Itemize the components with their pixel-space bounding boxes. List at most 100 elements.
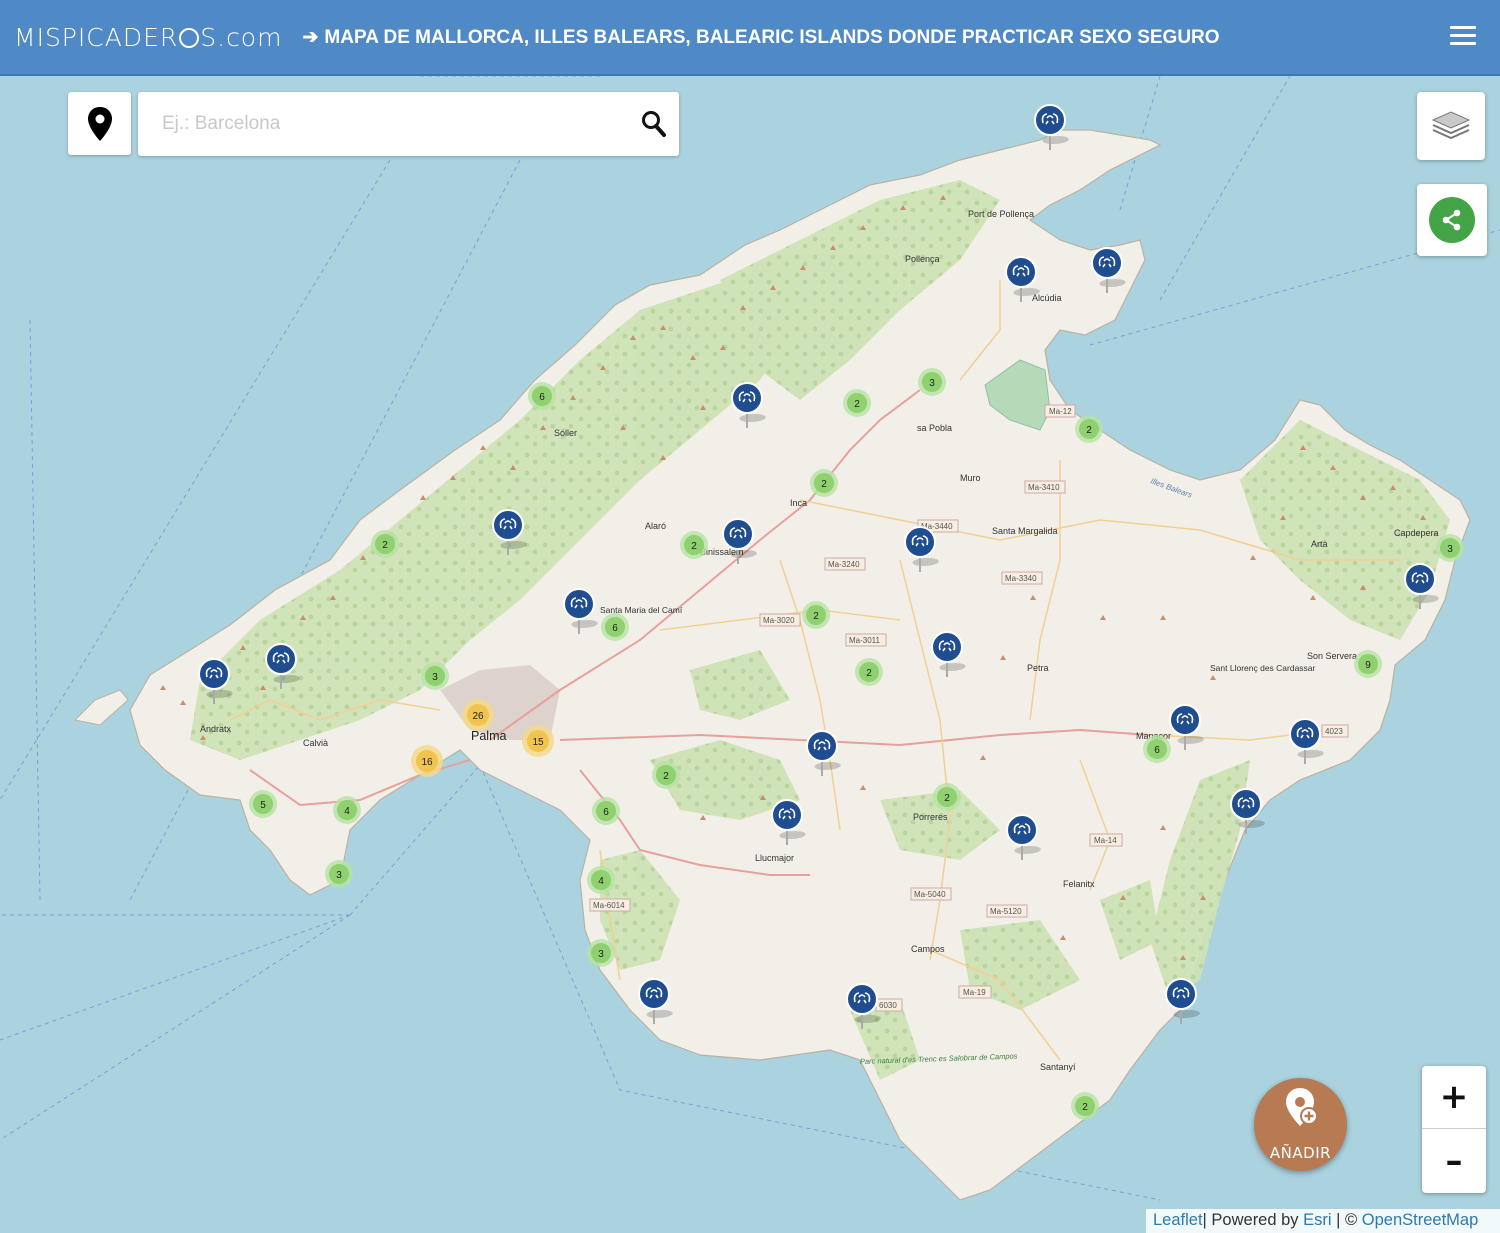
- add-pin-icon: [1286, 1088, 1318, 1126]
- locate-button[interactable]: [68, 92, 131, 155]
- cluster-count: 9: [1365, 660, 1371, 671]
- map-pin-icon: [87, 106, 112, 141]
- search-box: [138, 92, 679, 156]
- cluster-marker[interactable]: 16: [411, 745, 443, 777]
- zoom-in-button[interactable]: +: [1422, 1066, 1486, 1129]
- road-label: Ma-3240: [828, 560, 860, 569]
- place-label: Inca: [790, 498, 807, 508]
- cluster-count: 6: [603, 807, 609, 818]
- cluster-marker[interactable]: 4: [333, 796, 361, 824]
- place-label: Alcúdia: [1032, 293, 1062, 303]
- cluster-marker[interactable]: 2: [843, 389, 871, 417]
- cluster-marker[interactable]: 2: [1075, 415, 1103, 443]
- place-label: Sant Llorenç des Cardassar: [1210, 663, 1316, 673]
- cluster-marker[interactable]: 2: [802, 601, 830, 629]
- place-label: Sóller: [554, 428, 577, 438]
- cluster-count: 2: [821, 479, 827, 490]
- place-label: Palma: [471, 729, 506, 743]
- cluster-marker[interactable]: 3: [325, 860, 353, 888]
- cluster-marker[interactable]: 2: [933, 783, 961, 811]
- road-label: Ma-3011: [849, 636, 881, 645]
- zoom-control: + –: [1422, 1066, 1486, 1193]
- place-label: Port de Pollença: [968, 209, 1034, 219]
- place-label: Porreres: [913, 812, 948, 822]
- layers-icon: [1431, 111, 1471, 140]
- cluster-count: 3: [336, 870, 342, 881]
- cluster-count: 2: [813, 611, 819, 622]
- place-label: Campos: [911, 944, 945, 954]
- cluster-marker[interactable]: 3: [421, 662, 449, 690]
- cluster-marker[interactable]: 2: [680, 531, 708, 559]
- cluster-marker[interactable]: 26: [462, 699, 494, 731]
- place-label: Pollença: [905, 254, 940, 264]
- cluster-count: 5: [260, 800, 266, 811]
- cluster-count: 6: [539, 392, 545, 403]
- esri-link[interactable]: Esri: [1303, 1211, 1331, 1229]
- place-label: Calvià: [303, 738, 328, 748]
- place-label: sa Pobla: [917, 423, 952, 433]
- cluster-marker[interactable]: 4: [587, 866, 615, 894]
- add-button-label: AÑADIR: [1269, 1144, 1332, 1162]
- road-label: Ma-3410: [1028, 483, 1060, 492]
- cluster-marker[interactable]: 3: [1436, 534, 1464, 562]
- cluster-count: 15: [532, 737, 544, 748]
- cluster-marker[interactable]: 5: [249, 790, 277, 818]
- place-label: Capdepera: [1394, 528, 1439, 538]
- cluster-marker[interactable]: 2: [855, 658, 883, 686]
- cluster-count: 3: [929, 378, 935, 389]
- cluster-marker[interactable]: 2: [810, 469, 838, 497]
- share-button[interactable]: [1417, 184, 1487, 256]
- road-label: Ma-5040: [914, 890, 946, 899]
- cluster-count: 2: [382, 540, 388, 551]
- cluster-count: 2: [854, 399, 860, 410]
- place-label: Muro: [960, 473, 981, 483]
- place-label: Santa Margalida: [992, 526, 1058, 536]
- road-label: Ma-19: [963, 988, 986, 997]
- logo-seal-icon: [179, 27, 200, 48]
- layers-button[interactable]: [1417, 92, 1485, 160]
- cluster-marker[interactable]: 6: [528, 382, 556, 410]
- road-label: Ma-3340: [1005, 574, 1037, 583]
- cluster-marker[interactable]: 6: [592, 797, 620, 825]
- map-canvas[interactable]: Port de Pollença Pollença Alcúdia Sóller…: [0, 76, 1500, 1233]
- cluster-marker[interactable]: 9: [1354, 650, 1382, 678]
- hamburger-menu-icon[interactable]: [1450, 26, 1476, 46]
- cluster-count: 3: [1447, 544, 1453, 555]
- place-label: Felanitx: [1063, 879, 1095, 889]
- search-input[interactable]: [138, 92, 618, 156]
- share-circle: [1429, 197, 1475, 243]
- cluster-marker[interactable]: 2: [1071, 1092, 1099, 1120]
- arrow-right-icon: ➔: [302, 26, 319, 48]
- road-label: Ma-3020: [763, 616, 795, 625]
- openstreetmap-link[interactable]: OpenStreetMap: [1362, 1211, 1478, 1229]
- zoom-out-button[interactable]: –: [1422, 1129, 1486, 1192]
- road-label: Ma-6014: [593, 901, 625, 910]
- cluster-count: 3: [432, 672, 438, 683]
- add-location-button[interactable]: AÑADIR: [1254, 1078, 1347, 1171]
- search-icon[interactable]: [641, 110, 667, 138]
- cluster-count: 6: [612, 623, 618, 634]
- place-label: Artà: [1311, 539, 1328, 549]
- cluster-count: 4: [598, 876, 604, 887]
- road-label: Ma-12: [1049, 407, 1072, 416]
- leaflet-link[interactable]: Leaflet: [1153, 1211, 1203, 1229]
- cluster-count: 2: [1086, 425, 1092, 436]
- cluster-marker[interactable]: 15: [522, 725, 554, 757]
- cluster-marker[interactable]: 2: [371, 530, 399, 558]
- place-label: Andratx: [200, 724, 232, 734]
- cluster-count: 16: [421, 757, 433, 768]
- road-label: Ma-5120: [990, 907, 1022, 916]
- cluster-marker[interactable]: 6: [601, 613, 629, 641]
- cluster-marker[interactable]: 3: [587, 939, 615, 967]
- cluster-marker[interactable]: 2: [652, 761, 680, 789]
- road-label: 4023: [1325, 727, 1343, 736]
- cluster-marker[interactable]: 6: [1143, 735, 1171, 763]
- site-logo[interactable]: MISPICADER S.com: [14, 23, 282, 52]
- cluster-count: 2: [691, 541, 697, 552]
- cluster-marker[interactable]: 3: [918, 368, 946, 396]
- road-label: 6030: [879, 1001, 897, 1010]
- cluster-count: 4: [344, 806, 350, 817]
- cluster-count: 2: [944, 793, 950, 804]
- place-label: Llucmajor: [755, 853, 794, 863]
- place-label: Santanyí: [1040, 1062, 1076, 1072]
